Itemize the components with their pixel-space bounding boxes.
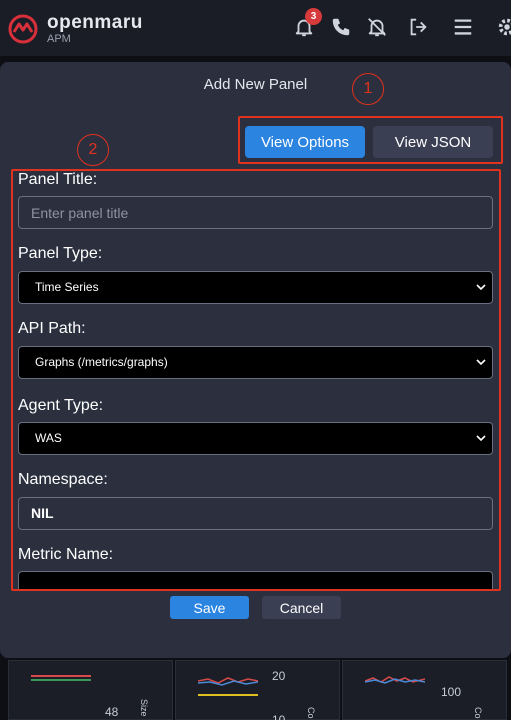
api-path-value: Graphs (/metrics/graphs) xyxy=(35,355,168,369)
bg-side-label: Size xyxy=(139,699,149,717)
background-panel-3: 100 Co xyxy=(342,660,507,720)
background-panel-2: 20 10 Co xyxy=(175,660,340,720)
phone-icon[interactable] xyxy=(330,16,352,38)
bg-side-label: Co xyxy=(306,707,316,719)
namespace-label: Namespace: xyxy=(18,471,108,488)
background-panel-1: 48 Size xyxy=(8,660,173,720)
api-path-select[interactable]: Graphs (/metrics/graphs) xyxy=(18,346,493,379)
brand-subtitle: APM xyxy=(47,33,71,45)
metric-name-select[interactable] xyxy=(18,571,493,589)
top-bar: openmaru APM 3 xyxy=(0,0,511,56)
agent-type-label: Agent Type: xyxy=(18,397,104,414)
cancel-button[interactable]: Cancel xyxy=(262,596,341,619)
panel-options-form[interactable]: Panel Title: Panel Type: Time Series API… xyxy=(13,171,499,589)
bg-value: 100 xyxy=(441,685,462,699)
openmaru-logo-icon xyxy=(8,14,38,44)
bg-value: 20 xyxy=(272,669,286,683)
save-button[interactable]: Save xyxy=(170,596,249,619)
panel-title-input[interactable] xyxy=(18,196,493,229)
modal-title: Add New Panel xyxy=(203,76,308,93)
chevron-down-icon xyxy=(476,435,486,442)
agent-type-value: WAS xyxy=(35,431,62,445)
panel-title-label: Panel Title: xyxy=(18,171,98,188)
chevron-down-icon xyxy=(476,284,486,291)
mini-chart xyxy=(31,675,91,681)
bg-value: 48 xyxy=(105,705,119,719)
namespace-input[interactable]: NIL xyxy=(18,497,493,530)
metric-name-label: Metric Name: xyxy=(18,546,114,563)
annotation-marker-2: 2 xyxy=(77,134,109,166)
agent-type-select[interactable]: WAS xyxy=(18,422,493,455)
menu-icon[interactable] xyxy=(452,16,474,38)
panel-type-value: Time Series xyxy=(35,280,99,294)
panel-type-label: Panel Type: xyxy=(18,245,103,262)
chevron-down-icon xyxy=(476,359,486,366)
annotation-marker-1: 1 xyxy=(352,73,384,105)
bell-off-icon[interactable] xyxy=(366,16,388,38)
mini-chart xyxy=(198,677,258,696)
bg-side-label: Co xyxy=(473,707,483,719)
tab-view-json[interactable]: View JSON xyxy=(373,126,493,158)
mini-chart xyxy=(365,676,425,684)
api-path-label: API Path: xyxy=(18,320,86,337)
gear-icon[interactable] xyxy=(496,16,511,38)
tab-view-options[interactable]: View Options xyxy=(245,126,365,158)
bg-value: 10 xyxy=(272,713,286,720)
notification-badge: 3 xyxy=(305,8,322,25)
brand-name: openmaru xyxy=(47,12,143,33)
logout-icon[interactable] xyxy=(407,16,429,38)
panel-type-select[interactable]: Time Series xyxy=(18,271,493,304)
